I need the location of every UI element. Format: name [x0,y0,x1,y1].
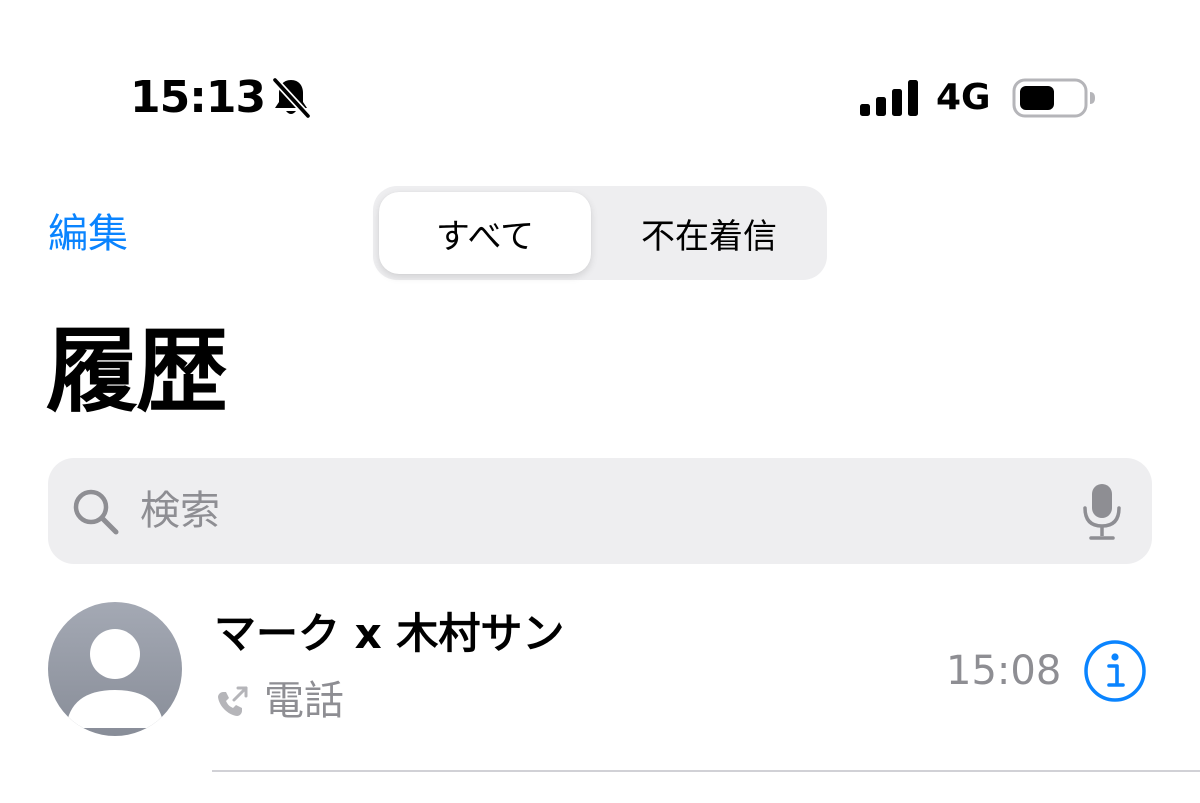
bell-slash-icon [271,76,312,120]
person-icon [66,629,164,728]
segment-missed[interactable]: 不在着信 [597,192,821,274]
search-bar[interactable] [48,458,1152,564]
magnifier-icon [73,489,119,535]
call-type-label: 電話 [264,678,344,724]
avatar [48,602,182,736]
call-list-item[interactable]: マーク x 木村サン 電話 15:08 [0,590,1200,772]
outgoing-call-icon [218,686,248,716]
search-input[interactable] [140,478,1040,544]
row-divider [212,770,1200,772]
segmented-control: すべて 不在着信 [373,186,827,280]
info-icon[interactable] [1082,638,1148,704]
microphone-icon[interactable] [1080,482,1124,542]
status-time: 15:13 [130,72,266,123]
contact-name: マーク x 木村サン [214,609,565,658]
edit-button[interactable]: 編集 [48,206,128,262]
network-type: 4G [936,77,991,118]
battery-icon [1012,78,1095,118]
segment-all[interactable]: すべて [379,192,591,274]
page-title: 履歴 [46,318,228,425]
status-bar: 15:13 4G [0,0,1200,150]
signal-icon [860,80,918,116]
call-time: 15:08 [946,648,1062,694]
